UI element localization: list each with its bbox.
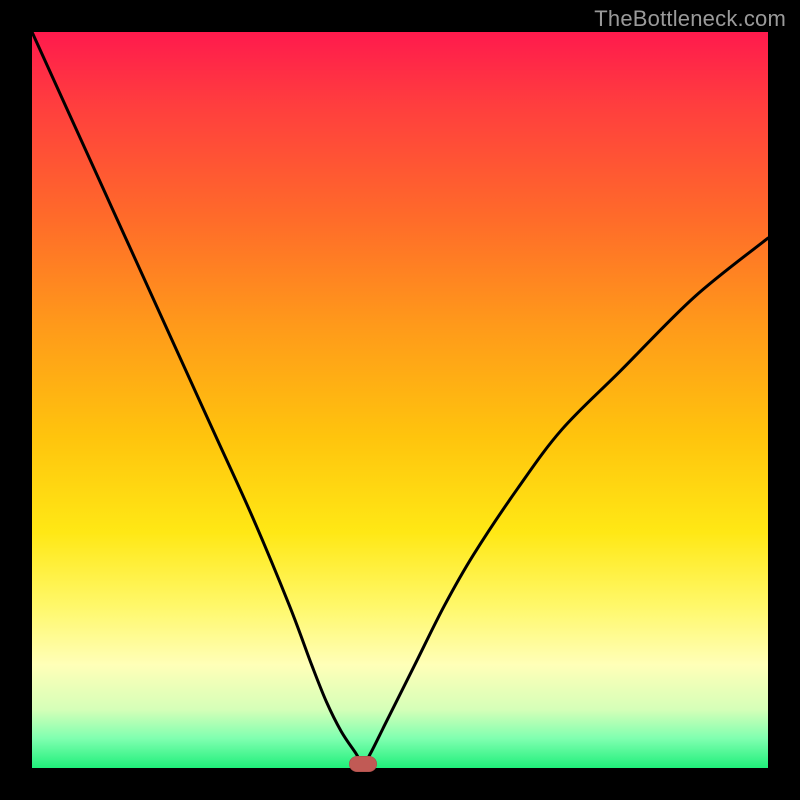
chart-plot-area bbox=[32, 32, 768, 768]
optimal-point-marker bbox=[349, 756, 377, 772]
chart-frame: TheBottleneck.com bbox=[0, 0, 800, 800]
bottleneck-curve bbox=[32, 32, 768, 768]
watermark-text: TheBottleneck.com bbox=[594, 6, 786, 32]
